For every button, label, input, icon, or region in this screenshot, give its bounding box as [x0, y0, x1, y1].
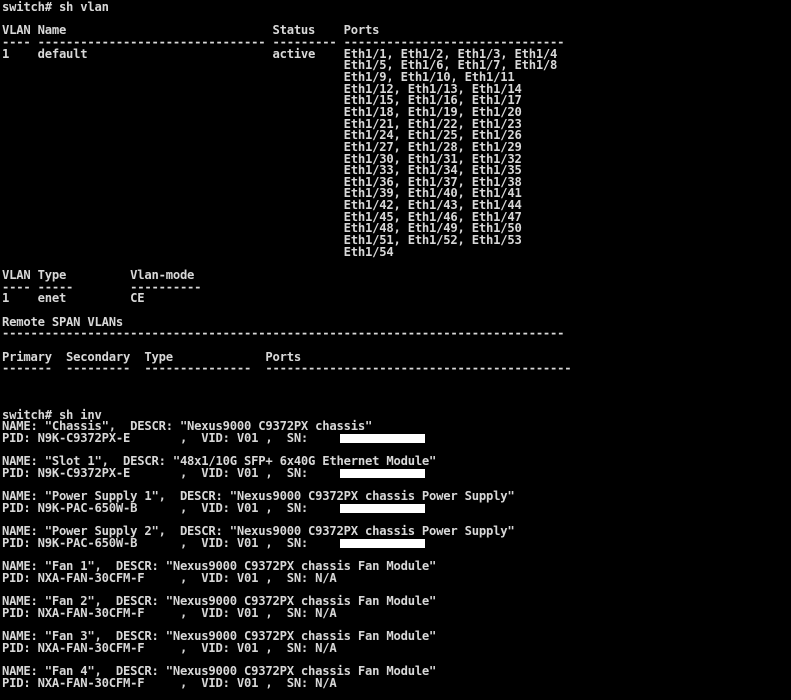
- redacted-serial-number: [339, 538, 425, 548]
- terminal-line: 1 enet CE: [2, 291, 145, 306]
- terminal-line: PID: N9K-C9372PX-E , VID: V01 , SN:: [2, 431, 309, 446]
- terminal-line: PID: NXA-FAN-30CFM-F , VID: V01 , SN: N/…: [2, 605, 337, 620]
- terminal-line: PID: NXA-FAN-30CFM-F , VID: V01 , SN: N/…: [2, 640, 337, 655]
- terminal-line: ------- --------- --------------- ------…: [2, 361, 572, 376]
- terminal-line: Eth1/27, Eth1/28, Eth1/29: [2, 139, 522, 154]
- terminal-line: Eth1/54: [2, 244, 394, 259]
- terminal-line: ----------------------------------------…: [2, 326, 565, 341]
- terminal-output[interactable]: switch# sh vlan VLAN Name Status Ports ---…: [2, 1, 791, 700]
- redacted-serial-number: [339, 503, 425, 513]
- terminal-line: PID: NXA-FAN-30CFM-F , VID: V01 , SN: N/…: [2, 675, 337, 690]
- redacted-serial-number: [339, 434, 425, 444]
- terminal-line: PID: N9K-PAC-650W-B , VID: V01 , SN:: [2, 500, 309, 515]
- terminal-line: PID: N9K-PAC-650W-B , VID: V01 , SN:: [2, 535, 309, 550]
- terminal-line: PID: NXA-FAN-30CFM-F , VID: V01 , SN: N/…: [2, 570, 337, 585]
- terminal-line: switch# sh vlan: [2, 1, 109, 14]
- redacted-serial-number: [339, 469, 425, 478]
- terminal-line: PID: N9K-C9372PX-E , VID: V01 , SN:: [2, 466, 309, 480]
